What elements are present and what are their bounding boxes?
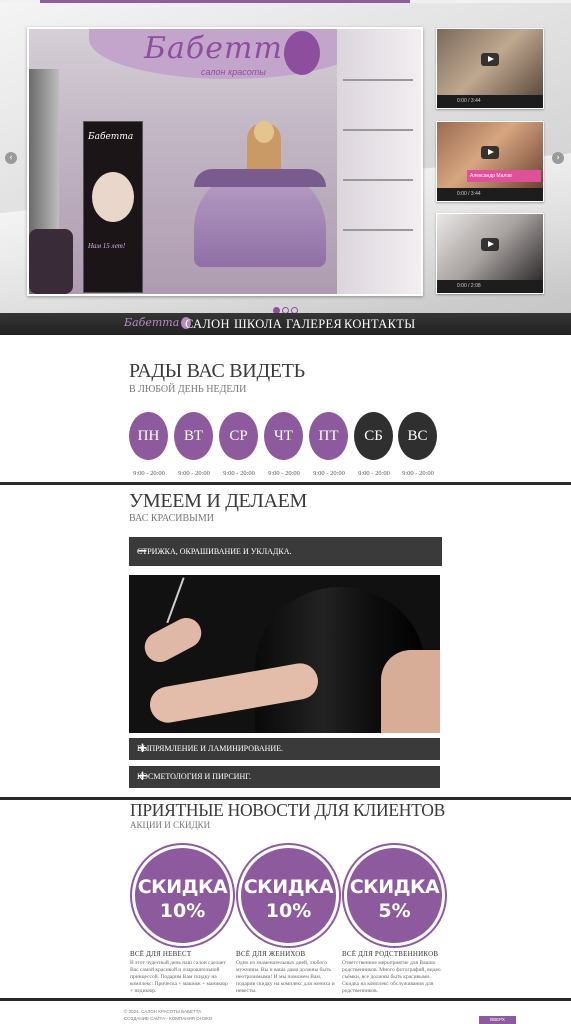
news-text: В этот чудесный день наш салон сделает В… [130,960,228,994]
salon-logo-subtitle: салон красоты [201,67,266,77]
badge-value: 10% [265,900,312,922]
receptionist [247,121,281,173]
play-icon[interactable] [481,53,499,66]
discount-badge[interactable]: СКИДКА 10% [238,845,339,946]
badge-value: 10% [159,900,206,922]
slider-pagination [273,301,300,313]
services-title: УМЕЕМ И ДЕЛАЕМ [129,490,308,512]
news-text: Одно из знаменательных дней, любого мужч… [236,960,335,994]
news-subtitle: АКЦИИ И СКИДКИ [130,820,211,830]
video-controls[interactable]: 0:00 / 2:08 [437,280,543,293]
day-circle-mon: ПН [129,412,168,460]
poster-brand: Бабетта [88,132,134,142]
news-heading[interactable]: ВСЁ ДЛЯ НЕВЕСТ [130,950,191,958]
plus-icon[interactable]: + [137,766,432,788]
discount-badge[interactable]: СКИДКА 10% [132,845,233,946]
play-icon[interactable] [481,238,499,251]
video-controls[interactable]: 0:00 / 3:44 [437,95,543,108]
badge-value: 5% [378,900,411,922]
video-thumbnail-3[interactable]: 0:00 / 2:08 [436,213,544,294]
product-shelf-right [337,29,421,294]
salon-photo[interactable]: Бабетта салон красоты Бабетта Нам 15 лет… [27,27,423,296]
section-divider [0,482,571,485]
news-title: ПРИЯТНЫЕ НОВОСТИ ДЛЯ КЛИЕНТОВ [130,800,445,820]
discount-badge[interactable]: СКИДКА 5% [344,845,445,946]
site-credits[interactable]: СОЗДАНИЕ САЙТА - КОМПАНИЯ ОНЭКО [124,1016,212,1021]
salon-chair [29,229,73,294]
news-heading[interactable]: ВСЁ ДЛЯ РОДСТВЕННИКОВ [342,950,438,958]
services-subtitle: ВАС КРАСИВЫМИ [129,513,215,524]
video-time: 0:00 / 2:08 [457,283,481,289]
news-text: Ответственное мероприятие для Ваших родс… [342,960,441,994]
chevron-right-icon[interactable]: › [552,152,564,164]
accordion-item-haircut[interactable]: СТРИЖКА, ОКРАШИВАНИЕ И УКЛАДКА. − [129,537,442,566]
chevron-left-icon[interactable]: ‹ [5,152,17,164]
accordion-item-straightening[interactable]: ВЫПРЯМЛЕНИЕ И ЛАМИНИРОВАНИЕ. + [129,738,440,760]
plus-icon[interactable]: + [137,738,432,760]
nav-item-school[interactable]: ШКОЛА [234,317,282,332]
news-heading[interactable]: ВСЁ ДЛЯ ЖЕНИХОВ [236,950,305,958]
back-to-top-button[interactable]: ВВЕРХ [479,1016,516,1024]
welcome-title: РАДЫ ВАС ВИДЕТЬ [129,360,305,382]
shoulder [381,650,440,733]
video-time: 0:00 / 3:44 [457,191,481,197]
poster-caption: Нам 15 лет! [88,242,126,250]
video-caption: Александр Малов [467,170,541,182]
badge-word: СКИДКА [349,876,440,898]
welcome-subtitle: В ЛЮБОЙ ДЕНЬ НЕДЕЛИ [129,384,247,395]
poster-model [92,172,134,222]
main-navigation: Бабетта САЛОН ШКОЛА ГАЛЕРЕЯ КОНТАКТЫ [0,313,571,335]
haircut-photo [129,575,440,733]
day-hours: 9:00 - 20:00 [402,470,434,477]
salon-logo-text: Бабетта [144,31,302,66]
accordion-item-cosmetology[interactable]: КОСМЕТОЛОГИЯ И ПИРСИНГ. + [129,766,440,788]
footer-divider [0,998,571,1001]
video-time: 0:00 / 3:44 [457,98,481,104]
reception-desk [194,169,326,267]
nav-logo[interactable]: Бабетта [124,316,192,329]
day-circle-sun: ВС [398,412,437,460]
play-icon[interactable] [481,146,499,159]
promo-poster: Бабетта Нам 15 лет! [83,121,143,293]
badge-word: СКИДКА [243,876,334,898]
day-circle-wed: СР [219,412,258,460]
copyright: © 2024. САЛОН КРАСОТЫ БАБЕТТА [124,1009,202,1014]
nav-item-contacts[interactable]: КОНТАКТЫ [344,317,415,332]
nav-item-salon[interactable]: САЛОН [185,317,230,332]
day-circle-tue: ВТ [174,412,213,460]
hero-slider: Бабетта салон красоты Бабетта Нам 15 лет… [0,3,571,313]
video-thumbnail-1[interactable]: 0:00 / 3:44 [436,28,544,109]
day-circle-fri: ПТ [309,412,348,460]
day-circle-sat: СБ [354,412,393,460]
minus-icon[interactable]: − [137,537,434,566]
video-controls[interactable]: 0:00 / 3:44 [437,188,543,201]
badge-word: СКИДКА [137,876,228,898]
video-thumbnail-2[interactable]: Александр Малов 0:00 / 3:44 [436,121,544,202]
nav-item-gallery[interactable]: ГАЛЕРЕЯ [286,317,342,332]
day-circle-thu: ЧТ [264,412,303,460]
